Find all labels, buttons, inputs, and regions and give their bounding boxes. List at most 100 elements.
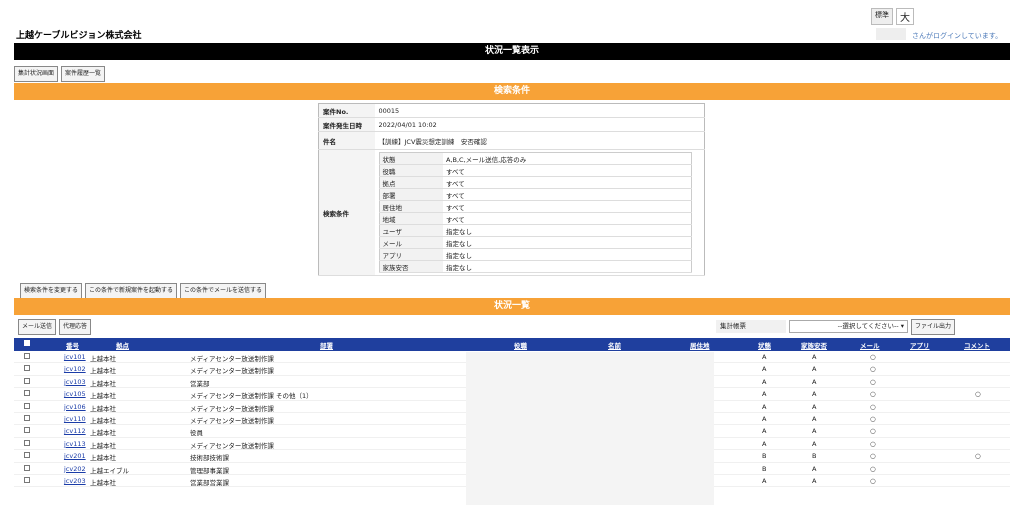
condition-row: 地域 すべて <box>379 212 691 225</box>
condition-key: 家族安否 <box>379 260 443 273</box>
site-cell: 上越エイブル <box>90 466 129 475</box>
case-subject-label: 件名 <box>318 131 375 150</box>
case-subject-value: 【訓練】JCV震災想定訓練 安否確認 <box>374 131 705 150</box>
col-status[interactable]: 状態 <box>758 340 771 350</box>
department-cell: メディアセンター放送制作課 <box>190 416 274 425</box>
condition-key: 役職 <box>379 164 443 177</box>
grid-header: 番号 拠点 部署 役職 名前 居住地 状態 家族安否 メール アプリ コメント <box>14 338 1010 351</box>
col-mail[interactable]: メール <box>860 340 880 350</box>
col-family[interactable]: 家族安否 <box>801 340 827 350</box>
condition-value: すべて <box>443 164 691 177</box>
col-site[interactable]: 拠点 <box>116 340 129 350</box>
mail-cell: ○ <box>870 353 876 361</box>
family-safety-cell: A <box>812 365 817 374</box>
row-checkbox[interactable] <box>24 414 30 421</box>
font-size-large-button[interactable]: 大 <box>896 8 914 25</box>
member-id-link[interactable]: jcv102 <box>64 365 86 373</box>
font-size-standard-button[interactable]: 標準 <box>871 8 893 25</box>
status-cell: A <box>762 390 767 399</box>
col-name[interactable]: 名前 <box>608 340 621 350</box>
col-position[interactable]: 役職 <box>514 340 527 350</box>
condition-row: 役職 すべて <box>379 164 691 177</box>
row-checkbox[interactable] <box>24 464 30 471</box>
row-checkbox[interactable] <box>24 439 30 446</box>
summary-screen-button[interactable]: 集計状況画面 <box>14 66 59 82</box>
send-mail-conditions-button[interactable]: この条件でメールを送信する <box>180 283 267 299</box>
condition-key: アプリ <box>379 248 443 261</box>
site-cell: 上越本社 <box>90 454 116 463</box>
row-checkbox[interactable] <box>24 452 30 459</box>
condition-key: 拠点 <box>379 176 443 189</box>
search-conditions-header: 検索条件 <box>14 83 1010 100</box>
condition-key: 状態 <box>379 152 443 165</box>
row-checkbox[interactable] <box>24 365 30 372</box>
case-history-button[interactable]: 案件履歴一覧 <box>61 66 106 82</box>
status-cell: A <box>762 476 767 485</box>
member-id-link[interactable]: jcv201 <box>64 452 86 460</box>
member-id-link[interactable]: jcv112 <box>64 427 86 435</box>
conditions-table: 状態 A,B,C,メール送信,応答のみ 役職 すべて 拠点 すべて 部署 すべて 居住地 すべて地… <box>378 152 692 273</box>
conditions-cell: 状態 A,B,C,メール送信,応答のみ 役職 すべて 拠点 すべて 部署 すべて 居住地 すべて地… <box>374 149 705 276</box>
comment-cell: ○ <box>975 452 981 461</box>
family-safety-cell: A <box>812 390 817 399</box>
condition-value: すべて <box>443 212 691 225</box>
case-no-label: 案件No. <box>318 103 375 118</box>
row-checkbox[interactable] <box>24 402 30 409</box>
condition-value: 指定なし <box>443 260 691 273</box>
member-id-link[interactable]: jcv103 <box>64 378 86 386</box>
member-id-link[interactable]: jcv202 <box>64 465 86 473</box>
font-size-control: 標準 大 <box>871 8 914 25</box>
mail-cell: ○ <box>870 365 876 374</box>
site-cell: 上越本社 <box>90 429 116 438</box>
col-residence[interactable]: 居住地 <box>690 340 710 350</box>
family-safety-cell: A <box>812 464 817 473</box>
condition-key: 居住地 <box>379 200 443 213</box>
col-department[interactable]: 部署 <box>320 340 333 350</box>
col-app[interactable]: アプリ <box>910 340 930 350</box>
proxy-answer-button[interactable]: 代理応答 <box>59 319 92 335</box>
family-safety-cell: A <box>812 353 817 361</box>
condition-row: 家族安否 指定なし <box>379 260 691 273</box>
comment-cell: ○ <box>975 390 981 399</box>
col-number[interactable]: 番号 <box>66 340 79 350</box>
department-cell: 役員 <box>190 429 203 438</box>
site-cell: 上越本社 <box>90 404 116 413</box>
member-id-link[interactable]: jcv113 <box>64 440 86 448</box>
condition-key: メール <box>379 236 443 249</box>
send-mail-button[interactable]: メール送信 <box>18 319 57 335</box>
department-cell: 営業部 <box>190 379 210 388</box>
page-title: 状況一覧表示 <box>14 43 1010 60</box>
row-checkbox[interactable] <box>24 476 30 483</box>
member-id-link[interactable]: jcv101 <box>64 353 86 361</box>
condition-value: 指定なし <box>443 248 691 261</box>
row-checkbox[interactable] <box>24 427 30 434</box>
condition-value: 指定なし <box>443 236 691 249</box>
member-id-link[interactable]: jcv110 <box>64 415 86 423</box>
site-cell: 上越本社 <box>90 478 116 487</box>
family-safety-cell: A <box>812 377 817 386</box>
conditions-label: 検索条件 <box>318 149 375 276</box>
family-safety-cell: A <box>812 439 817 448</box>
status-list-header: 状況一覧 <box>14 298 1010 315</box>
status-cell: B <box>762 452 767 461</box>
member-id-link[interactable]: jcv203 <box>64 477 86 485</box>
row-checkbox[interactable] <box>24 353 30 359</box>
status-cell: B <box>762 464 767 473</box>
site-cell: 上越本社 <box>90 416 116 425</box>
status-cell: A <box>762 439 767 448</box>
site-cell: 上越本社 <box>90 367 116 376</box>
row-checkbox[interactable] <box>24 390 30 397</box>
new-case-button[interactable]: この条件で新規案件を起動する <box>85 283 178 299</box>
member-id-link[interactable]: jcv105 <box>64 390 86 398</box>
condition-row: ユーザ 指定なし <box>379 224 691 237</box>
change-conditions-button[interactable]: 検索条件を変更する <box>20 283 83 299</box>
col-comment[interactable]: コメント <box>964 340 990 350</box>
member-id-link[interactable]: jcv106 <box>64 403 86 411</box>
tally-report-select[interactable]: --選択してください-- ▾ <box>789 320 908 333</box>
export-file-button[interactable]: ファイル出力 <box>911 319 956 335</box>
select-all-checkbox[interactable] <box>24 340 30 346</box>
condition-row: 居住地 すべて <box>379 200 691 213</box>
row-checkbox[interactable] <box>24 377 30 384</box>
family-safety-cell: A <box>812 402 817 411</box>
mail-cell: ○ <box>870 377 876 386</box>
